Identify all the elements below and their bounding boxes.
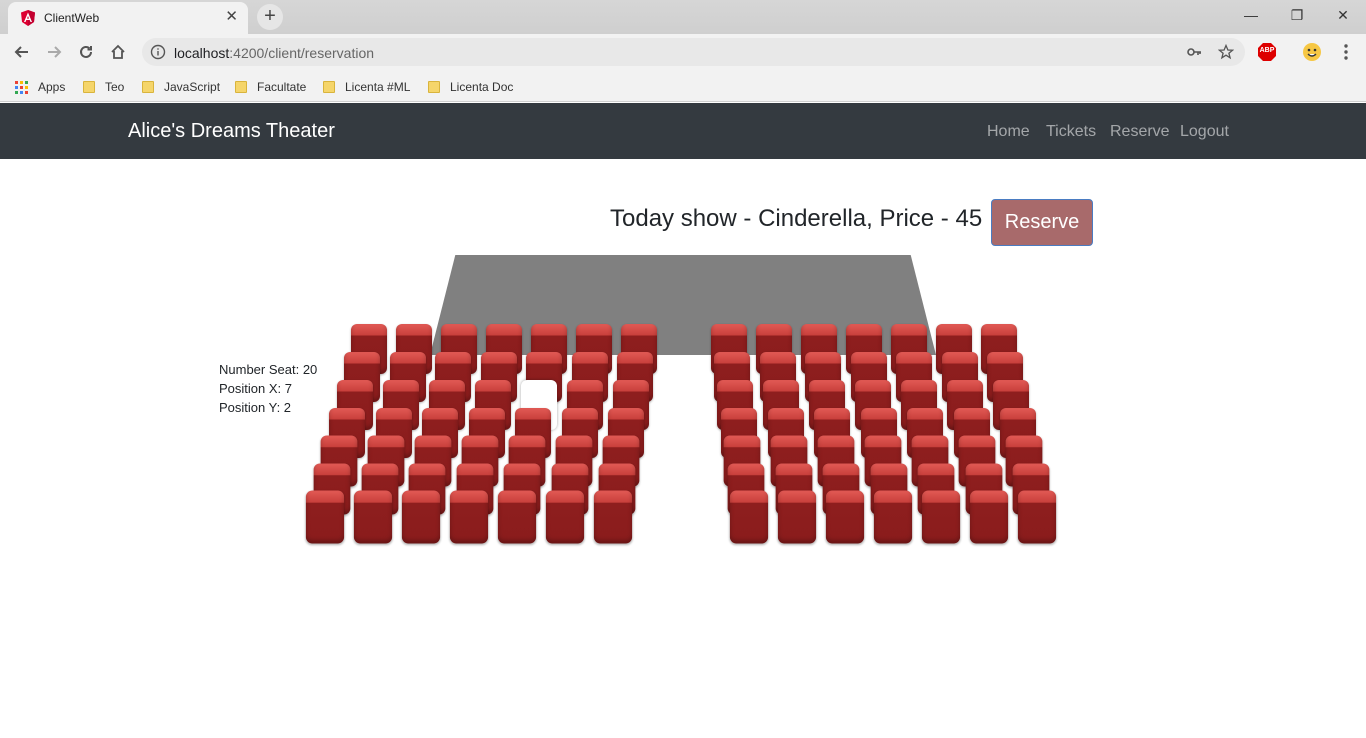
restore-button[interactable]: ❐ — [1274, 4, 1320, 26]
browser-toolbar: localhost:4200/client/reservation ABP — [0, 34, 1366, 70]
profile-avatar-icon[interactable] — [1302, 42, 1322, 62]
seat-position-x: Position X: 7 — [219, 381, 292, 396]
seat[interactable] — [593, 490, 633, 544]
seat[interactable] — [969, 490, 1009, 544]
browser-tab[interactable]: ClientWeb ✕ — [8, 2, 248, 34]
folder-icon — [323, 81, 335, 93]
url-text[interactable]: localhost:4200/client/reservation — [174, 45, 374, 61]
home-icon — [111, 44, 125, 59]
menu-dots-icon[interactable] — [1336, 42, 1356, 62]
bookmarks-bar: Apps Teo JavaScript Facultate Licenta #M… — [0, 70, 1366, 102]
brand-link[interactable]: Alice's Dreams Theater — [128, 120, 335, 143]
minimize-button[interactable]: — — [1228, 4, 1274, 26]
seat[interactable] — [353, 490, 393, 544]
seat[interactable] — [545, 490, 585, 544]
back-arrow-icon — [14, 46, 28, 58]
seat-number: Number Seat: 20 — [219, 362, 318, 377]
bookmark-licenta-ml[interactable]: Licenta #ML — [323, 78, 410, 96]
info-icon[interactable] — [150, 44, 166, 60]
forward-arrow-icon — [48, 46, 62, 58]
folder-icon — [142, 81, 154, 93]
nav-tickets[interactable]: Tickets — [1046, 123, 1096, 141]
seat-info-panel: Number Seat: 20 Position X: 7 Position Y… — [219, 360, 317, 417]
angular-icon — [21, 10, 35, 26]
seat[interactable] — [497, 490, 537, 544]
forward-button[interactable] — [42, 40, 66, 64]
home-button[interactable] — [106, 40, 130, 64]
reload-icon — [80, 45, 92, 58]
adblock-plus-icon[interactable]: ABP — [1257, 42, 1277, 62]
browser-titlebar: ClientWeb ✕ + — ❐ ✕ — [0, 0, 1366, 34]
folder-icon — [235, 81, 247, 93]
reload-button[interactable] — [74, 40, 98, 64]
back-button[interactable] — [10, 40, 34, 64]
seat[interactable] — [777, 490, 817, 544]
app-navbar: Alice's Dreams Theater Home Tickets Rese… — [0, 103, 1366, 159]
seat[interactable] — [873, 490, 913, 544]
tab-title: ClientWeb — [44, 11, 100, 25]
apps-grid-icon — [15, 80, 28, 94]
seat[interactable] — [825, 490, 865, 544]
folder-icon — [428, 81, 440, 93]
bookmark-label: JavaScript — [164, 80, 221, 94]
seat[interactable] — [401, 490, 441, 544]
bookmark-label: Teo — [105, 80, 125, 94]
bookmark-facultate[interactable]: Facultate — [235, 78, 306, 96]
bookmark-label: Apps — [38, 80, 66, 94]
key-icon[interactable] — [1186, 44, 1202, 60]
folder-icon — [83, 81, 95, 93]
star-icon[interactable] — [1218, 44, 1234, 60]
nav-home[interactable]: Home — [987, 123, 1030, 141]
bookmark-teo[interactable]: Teo — [83, 78, 124, 96]
close-window-button[interactable]: ✕ — [1320, 4, 1366, 26]
address-bar[interactable]: localhost:4200/client/reservation — [142, 38, 1245, 66]
tab-close-icon[interactable]: ✕ — [225, 8, 238, 26]
seat-position-y: Position Y: 2 — [219, 400, 292, 415]
seat[interactable] — [729, 490, 769, 544]
bookmark-label: Facultate — [257, 80, 307, 94]
seat[interactable] — [305, 490, 345, 544]
bookmark-label: Licenta #ML — [345, 80, 411, 94]
new-tab-button[interactable]: + — [257, 4, 283, 30]
adblock-label: ABP — [1259, 47, 1275, 54]
bookmark-label: Licenta Doc — [450, 80, 514, 94]
bookmark-javascript[interactable]: JavaScript — [142, 78, 220, 96]
seat[interactable] — [449, 490, 489, 544]
reserve-button[interactable]: Reserve — [991, 199, 1093, 246]
seat[interactable] — [921, 490, 961, 544]
nav-logout[interactable]: Logout — [1180, 123, 1229, 141]
bookmark-licenta-doc[interactable]: Licenta Doc — [428, 78, 513, 96]
bookmark-apps[interactable]: Apps — [15, 78, 65, 96]
seat[interactable] — [1017, 490, 1057, 544]
nav-reserve[interactable]: Reserve — [1110, 123, 1170, 141]
show-title: Today show - Cinderella, Price - 45 — [610, 205, 983, 232]
